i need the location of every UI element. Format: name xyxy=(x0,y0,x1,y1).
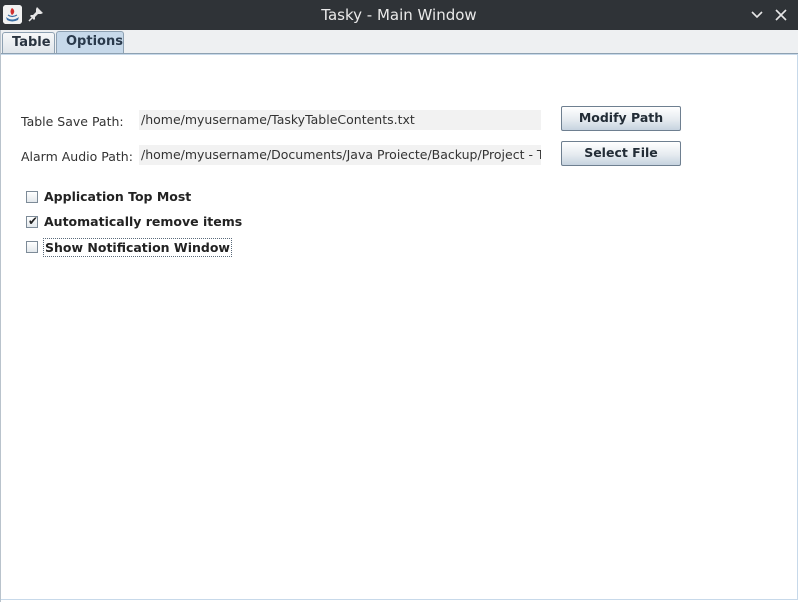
checkbox-box[interactable] xyxy=(26,241,38,253)
chevron-down-icon[interactable] xyxy=(749,7,765,23)
window-title: Tasky - Main Window xyxy=(321,6,477,24)
close-icon[interactable] xyxy=(773,7,789,23)
alarm-path-field[interactable]: /home/myusername/Documents/Java Proiecte… xyxy=(139,145,541,165)
tab-table[interactable]: Table xyxy=(2,32,55,53)
checkbox-box[interactable] xyxy=(26,191,38,203)
checkbox-box[interactable]: ✔ xyxy=(26,214,39,228)
checkbox-label[interactable]: Automatically remove items xyxy=(43,213,243,230)
tab-strip: Table Options xyxy=(1,30,798,54)
select-file-button[interactable]: Select File xyxy=(561,141,681,166)
modify-path-button[interactable]: Modify Path xyxy=(561,106,681,131)
options-panel: Table Save Path: /home/myusername/TaskyT… xyxy=(1,55,798,600)
pin-icon[interactable] xyxy=(28,6,44,22)
checkmark-icon: ✔ xyxy=(28,214,39,228)
app-icon[interactable] xyxy=(3,5,22,24)
checkbox-label[interactable]: Show Notification Window xyxy=(43,238,232,257)
main-window: Table Options Table Save Path: /home/myu… xyxy=(0,30,798,602)
title-bar: Tasky - Main Window xyxy=(0,0,798,30)
alarm-path-label: Alarm Audio Path: xyxy=(21,149,133,164)
tab-options[interactable]: Options xyxy=(56,31,124,54)
save-path-field[interactable]: /home/myusername/TaskyTableContents.txt xyxy=(139,110,541,130)
save-path-label: Table Save Path: xyxy=(21,114,124,129)
checkbox-label[interactable]: Application Top Most xyxy=(43,188,192,205)
